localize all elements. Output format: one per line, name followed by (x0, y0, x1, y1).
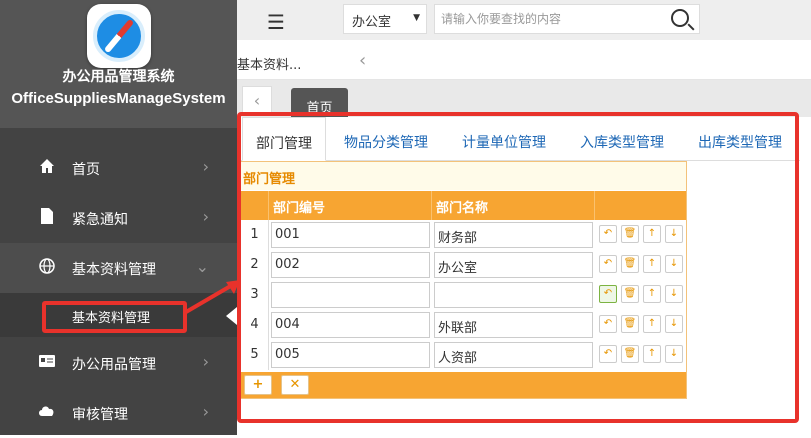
sidebar: 办公用品管理系统 OfficeSuppliesManageSystem 首页 ›… (0, 0, 237, 435)
chevron-right-icon: › (202, 402, 209, 421)
system-title: 办公用品管理系统 OfficeSuppliesManageSystem (0, 66, 237, 107)
sidebar-item-label: 审核管理 (72, 407, 128, 423)
sidebar-item-label: 紧急通知 (72, 212, 128, 228)
system-title-en: OfficeSuppliesManageSystem (11, 90, 226, 107)
search-icon[interactable] (671, 9, 689, 27)
top-bar: ☰ 办公室 ▼ (237, 0, 811, 40)
sidebar-item-audit[interactable]: 审核管理 › (0, 388, 237, 438)
home-icon (40, 159, 54, 173)
caret-down-icon: ▼ (413, 13, 420, 23)
compass-logo-icon (87, 4, 151, 68)
system-title-cn: 办公用品管理系统 (62, 69, 175, 85)
sidebar-item-home[interactable]: 首页 › (0, 143, 237, 193)
chevron-down-icon: ⌄ (195, 257, 209, 276)
globe-icon (39, 258, 55, 274)
document-icon (41, 208, 53, 224)
chevron-right-icon: › (202, 157, 209, 176)
breadcrumb[interactable]: 基本资料... (237, 54, 301, 73)
chevron-right-icon: › (202, 207, 209, 226)
id-card-icon (39, 355, 55, 367)
cloud-icon (39, 406, 54, 416)
arrow-annotation-icon (184, 280, 240, 314)
sidebar-item-label: 首页 (72, 162, 100, 178)
sidebar-item-notice[interactable]: 紧急通知 › (0, 193, 237, 243)
sidebar-item-label: 基本资料管理 (72, 262, 156, 278)
sidebar-item-label: 办公用品管理 (72, 357, 156, 373)
sidebar-item-office-supplies[interactable]: 办公用品管理 › (0, 338, 237, 388)
chevron-right-icon: › (202, 352, 209, 371)
highlight-box-content (237, 112, 799, 423)
menu-icon[interactable]: ☰ (267, 10, 285, 34)
logo-area: 办公用品管理系统 OfficeSuppliesManageSystem (0, 0, 237, 128)
chevron-left-icon[interactable]: ‹ (359, 50, 366, 71)
highlight-box-sidebar (42, 301, 187, 333)
breadcrumb-bar: 基本资料... ‹ (237, 40, 811, 80)
search-input[interactable] (434, 4, 700, 34)
category-select-value: 办公室 (352, 15, 392, 30)
category-select[interactable]: 办公室 ▼ (343, 4, 427, 34)
